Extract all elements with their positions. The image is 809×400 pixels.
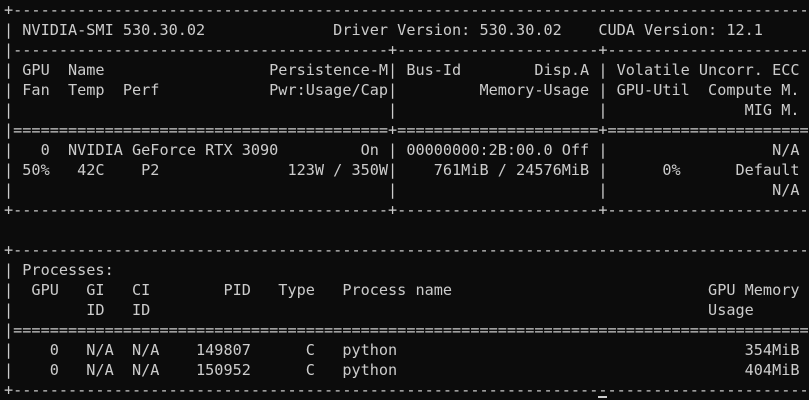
process-row: | 0 N/A N/A 150952 C python 404MiB | (4, 361, 809, 379)
gpu-table-bottom-border: +---------------------------------------… (4, 201, 809, 219)
gpu-table-header-row-3: | | | MIG M. | (4, 101, 809, 119)
text-cursor (598, 396, 607, 398)
process-table-header-row-1: | GPU GI CI PID Type Process name GPU Me… (4, 281, 809, 299)
process-table-separator: |=======================================… (4, 321, 809, 339)
process-table-header-row-2: | ID ID Usage | (4, 301, 809, 319)
process-row: | 0 N/A N/A 149807 C python 354MiB | (4, 341, 809, 359)
gpu-row-line-3: | | | N/A | (4, 181, 809, 199)
processes-title: | Processes: | (4, 261, 809, 279)
gpu-table-header-row-1: | GPU Name Persistence-M| Bus-Id Disp.A … (4, 61, 809, 79)
process-table-top-border: +---------------------------------------… (4, 241, 809, 259)
gpu-table-top-border: +---------------------------------------… (4, 1, 809, 19)
gpu-table-header-separator: |=======================================… (4, 121, 809, 139)
terminal-window[interactable]: +---------------------------------------… (0, 0, 809, 400)
smi-version-line: | NVIDIA-SMI 530.30.02 Driver Version: 5… (4, 21, 809, 39)
gpu-table-divider: |---------------------------------------… (4, 41, 809, 59)
gpu-row-line-1: | 0 NVIDIA GeForce RTX 3090 On | 0000000… (4, 141, 809, 159)
gpu-row-line-2: | 50% 42C P2 123W / 350W| 761MiB / 24576… (4, 161, 809, 179)
process-table-bottom-border: +---------------------------------------… (4, 381, 809, 399)
gpu-table-header-row-2: | Fan Temp Perf Pwr:Usage/Cap| Memory-Us… (4, 81, 809, 99)
